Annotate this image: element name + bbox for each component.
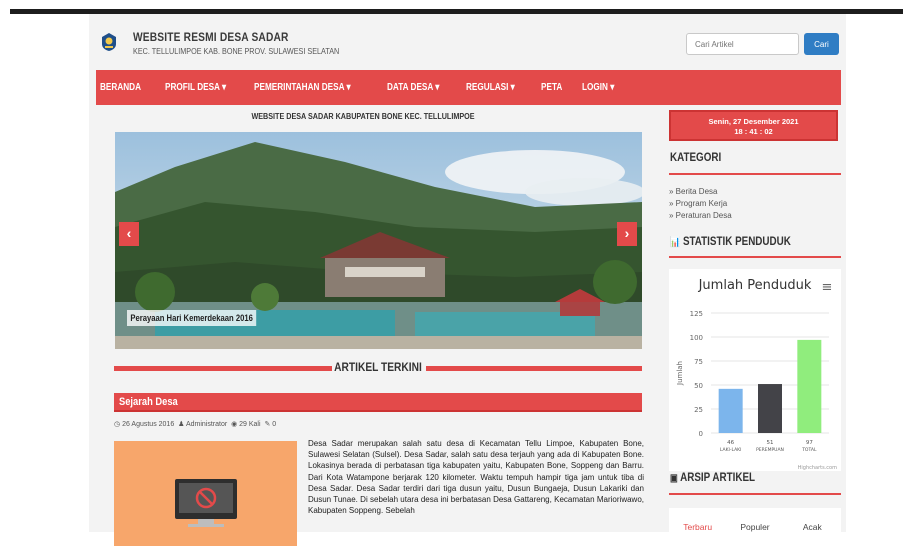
y-tick-label: 75 — [694, 358, 703, 366]
kabupaten-logo-icon — [102, 33, 116, 51]
x-tick-label: PEREMPUAN — [756, 447, 784, 453]
nav-item-profil-desa[interactable]: PROFIL DESA ▾ — [165, 82, 226, 93]
arsip-title: ARSIP ARTIKEL — [680, 470, 756, 484]
y-tick-label: 50 — [694, 382, 703, 390]
chevron-right-icon: › — [624, 225, 630, 241]
y-tick-label: 125 — [690, 310, 703, 318]
tab-terbaru[interactable]: Terbaru — [669, 522, 726, 532]
slider-caption: Perayaan Hari Kemerdekaan 2016 — [127, 310, 257, 326]
article-title[interactable]: Sejarah Desa — [119, 396, 178, 408]
hamburger-menu-icon: ≡ — [822, 280, 833, 295]
article-comments: 0 — [272, 421, 277, 428]
bar-perempuan — [758, 384, 782, 433]
tab-acak[interactable]: Acak — [784, 522, 841, 532]
kategori-item-berita-desa[interactable]: » Berita Desa — [669, 186, 732, 198]
y-tick-label: 0 — [699, 430, 703, 438]
kategori-item-program-kerja[interactable]: » Program Kerja — [669, 198, 732, 210]
y-tick-label: 100 — [690, 334, 703, 342]
nav-item-login[interactable]: LOGIN ▾ — [582, 82, 614, 93]
nav-item-regulasi[interactable]: REGULASI ▾ — [466, 82, 515, 93]
search-button[interactable]: Cari — [804, 33, 839, 55]
site-title: WEBSITE RESMI DESA SADAR — [133, 30, 289, 44]
statistik-rule — [669, 256, 841, 258]
y-axis-label: Jumlah — [676, 361, 684, 386]
search-input[interactable] — [686, 33, 799, 55]
article-meta: ◷ 26 Agustus 2016 ♟ Administrator ◉ 29 K… — [114, 420, 276, 428]
x-tick-label: LAKI-LAKI — [720, 447, 742, 453]
chart-title: Jumlah Penduduk — [698, 278, 812, 293]
article-author: Administrator — [185, 421, 228, 428]
eye-icon: ◉ — [231, 421, 238, 428]
site-header: WEBSITE RESMI DESA SADAR KEC. TELLULIMPO… — [89, 14, 846, 70]
no-image-monitor-icon — [175, 479, 237, 527]
current-date: Senin, 27 Desember 2021 — [708, 117, 799, 126]
bar-total — [797, 339, 822, 433]
statistik-title-wrap: 📊 STATISTIK PENDUDUK — [670, 234, 791, 248]
population-chart: Jumlah Penduduk ≡ 0 25 50 75 100 125 Jumlah 46LAK… — [676, 278, 837, 471]
x-tick-label: TOTAL — [801, 447, 817, 453]
section-artikel-terkini: ARTIKEL TERKINI — [114, 359, 642, 379]
arsip-title-wrap: ▣ ARSIP ARTIKEL — [670, 470, 755, 484]
browser-top-edge — [0, 0, 915, 14]
site-subtitle: KEC. TELLULIMPOE KAB. BONE PROV. SULAWES… — [133, 46, 340, 56]
article-date: 26 Agustus 2016 — [122, 421, 175, 428]
nav-item-pemerintahan-desa[interactable]: PEMERINTAHAN DESA ▾ — [254, 82, 351, 93]
slider-title: WEBSITE DESA SADAR KABUPATEN BONE KEC. T… — [251, 112, 475, 121]
tab-populer[interactable]: Populer — [726, 522, 783, 532]
chevron-left-icon: ‹ — [126, 225, 132, 241]
bar-value-label: 97 — [806, 440, 813, 446]
article-title-bar[interactable]: Sejarah Desa — [114, 393, 642, 412]
main-nav: BERANDA PROFIL DESA ▾ PEMERINTAHAN DESA … — [96, 70, 841, 105]
y-tick-label: 25 — [694, 406, 703, 414]
nav-item-data-desa[interactable]: DATA DESA ▾ — [387, 82, 439, 93]
page-container: WEBSITE RESMI DESA SADAR KEC. TELLULIMPO… — [89, 14, 846, 546]
current-time: 18 : 41 : 02 — [734, 127, 773, 136]
slider-prev-button[interactable]: ‹ — [119, 222, 139, 246]
statistik-title: STATISTIK PENDUDUK — [682, 234, 791, 248]
comment-icon: ✎ — [264, 421, 271, 428]
section-title: ARTIKEL TERKINI — [334, 360, 422, 374]
arsip-tabs: Terbaru Populer Acak — [669, 508, 841, 546]
slider-next-button[interactable]: › — [617, 222, 637, 246]
kategori-list: » Berita Desa » Program Kerja » Peratura… — [669, 186, 732, 222]
article-excerpt: Desa Sadar merupakan salah satu desa di … — [308, 439, 644, 516]
kategori-item-peraturan-desa[interactable]: » Peraturan Desa — [669, 210, 732, 222]
date-time-box: Senin, 27 Desember 2021 18 : 41 : 02 — [669, 110, 838, 141]
nav-item-beranda[interactable]: BERANDA — [100, 82, 141, 93]
kategori-title: KATEGORI — [670, 150, 722, 164]
kategori-rule — [669, 173, 841, 175]
arsip-rule — [669, 493, 841, 495]
bar-chart-icon: 📊 — [670, 237, 681, 248]
bar-laki-laki — [718, 388, 743, 433]
bar-value-label: 46 — [727, 440, 734, 446]
chart-credit: Highcharts.com — [798, 465, 837, 471]
population-chart-card: Jumlah Penduduk ≡ 0 25 50 75 100 125 Jumlah 46 LAK… — [669, 269, 841, 471]
clock-icon: ◷ — [114, 421, 121, 428]
article-views: 29 Kali — [239, 421, 261, 428]
archive-icon: ▣ — [670, 473, 678, 484]
nav-item-peta[interactable]: PETA — [541, 82, 562, 93]
user-icon: ♟ — [178, 421, 185, 428]
article-thumbnail[interactable] — [114, 441, 297, 546]
bar-value-label: 51 — [767, 440, 774, 446]
